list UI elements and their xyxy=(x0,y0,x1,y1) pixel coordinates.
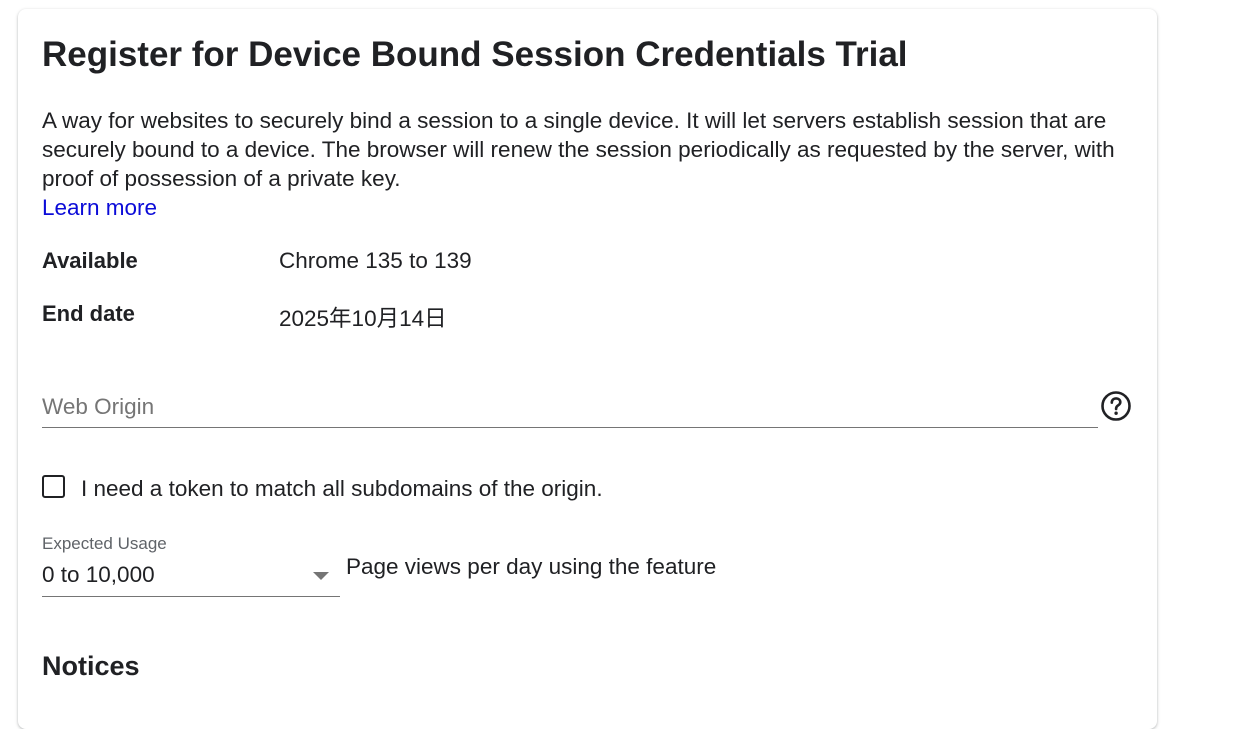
expected-usage-value: 0 to 10,000 xyxy=(42,562,155,587)
notices-heading: Notices xyxy=(42,651,140,681)
dropdown-arrow-icon xyxy=(313,572,329,580)
expected-usage-caption: Expected Usage xyxy=(42,534,167,553)
learn-more-link[interactable]: Learn more xyxy=(42,193,157,222)
registration-card: Register for Device Bound Session Creden… xyxy=(18,9,1157,729)
available-label: Available xyxy=(42,248,138,273)
subdomains-checkbox[interactable] xyxy=(42,475,65,498)
expected-usage-select[interactable]: Expected Usage 0 to 10,000 xyxy=(42,534,340,597)
end-date-value: 2025年10月14日 xyxy=(279,306,447,331)
help-circle-icon[interactable] xyxy=(1100,390,1132,422)
subdomains-checkbox-label[interactable]: I need a token to match all subdomains o… xyxy=(81,475,603,503)
web-origin-input[interactable] xyxy=(42,389,1098,425)
page-title: Register for Device Bound Session Creden… xyxy=(42,35,908,74)
web-origin-field xyxy=(42,389,1098,428)
end-date-label: End date xyxy=(42,301,135,326)
expected-usage-suffix: Page views per day using the feature xyxy=(346,554,717,579)
available-value: Chrome 135 to 139 xyxy=(279,248,472,273)
trial-description: A way for websites to securely bind a se… xyxy=(42,108,1115,191)
